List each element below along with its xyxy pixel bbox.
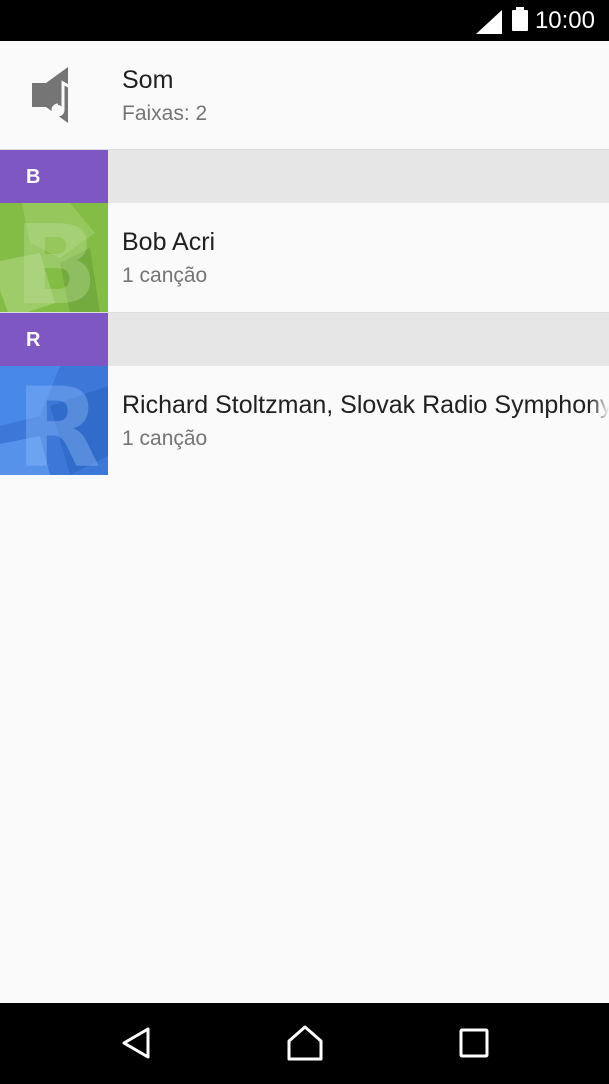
artist-name: Bob Acri: [122, 228, 216, 256]
section-letter: B: [26, 166, 41, 188]
svg-text:R: R: [16, 366, 101, 475]
section-header-r: R: [0, 312, 609, 367]
text-fade: [591, 366, 609, 475]
section-header-b: B: [0, 149, 609, 204]
artist-row-richard-stoltzman[interactable]: R Richard Stoltzman, Slovak Radio Sympho…: [0, 366, 609, 475]
artist-thumbnail: R: [0, 366, 108, 475]
artist-song-count: 1 canção: [122, 427, 208, 450]
sound-header-row[interactable]: Som Faixas: 2: [0, 41, 609, 149]
status-bar: 10:00: [0, 0, 609, 41]
back-icon[interactable]: [114, 1021, 158, 1065]
status-time: 10:00: [534, 7, 595, 34]
artist-name: Richard Stoltzman, Slovak Radio Symphony: [122, 391, 609, 419]
header-title: Som: [122, 66, 174, 94]
section-letter: R: [26, 329, 41, 351]
artist-song-count: 1 canção: [122, 264, 208, 287]
navigation-bar: [0, 1003, 609, 1084]
battery-icon: [512, 7, 528, 31]
artist-thumbnail: B: [0, 203, 108, 312]
signal-icon: [476, 10, 502, 34]
svg-text:B: B: [14, 203, 98, 312]
speaker-music-icon: [32, 67, 71, 123]
section-letter-box: B: [0, 150, 108, 204]
recents-icon[interactable]: [452, 1021, 496, 1065]
home-icon[interactable]: [283, 1021, 327, 1065]
section-letter-box: R: [0, 313, 108, 367]
artist-row-bob-acri[interactable]: B Bob Acri 1 canção: [0, 203, 609, 312]
header-subtitle: Faixas: 2: [122, 102, 208, 125]
